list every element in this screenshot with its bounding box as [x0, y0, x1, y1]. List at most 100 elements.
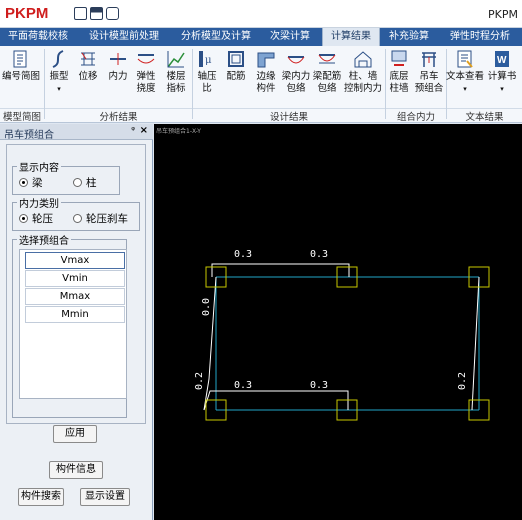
precombo-legend: 选择预组合	[19, 236, 69, 247]
member-search-button[interactable]: 构件搜索	[18, 488, 64, 506]
apply-button[interactable]: 应用	[53, 425, 97, 443]
tab-design-preprocess[interactable]: 设计模型前处理	[84, 28, 164, 46]
internal-force-label: 内力	[108, 71, 128, 82]
beam-rebar-envelope-button[interactable]: 梁配筋 包络	[312, 49, 342, 105]
svg-text:W: W	[497, 55, 507, 66]
mode-shape-button[interactable]: 振型 ▾	[46, 49, 72, 105]
bottom-column-wall-button[interactable]: 底层 柱墙	[386, 49, 412, 105]
axial-ratio-button[interactable]: μ 轴压比	[193, 49, 221, 105]
crane-precombo-button[interactable]: 吊车 预组合	[414, 49, 444, 105]
panel-content: 显示内容 梁 柱 内力类别 轮压 轮压刹车 选择预组合 Vmax Vmin Mm…	[6, 144, 146, 443]
tab-results[interactable]: 计算结果	[322, 28, 380, 46]
member-info-button[interactable]: 构件信息	[49, 461, 103, 479]
window-title: PKPM	[488, 8, 518, 21]
elastic-deflection-button[interactable]: 弹性 挠度	[132, 49, 160, 105]
crane-precombo-panel: 吊车预组合 ᵠ × 显示内容 梁 柱 内力类别 轮压 轮压刹车 选择预组合 Vm…	[0, 124, 153, 520]
list-item[interactable]: Mmax	[25, 288, 125, 305]
list-item[interactable]: Vmax	[25, 252, 125, 269]
beam-force-envelope-button[interactable]: 梁内力 包络	[281, 49, 311, 105]
reinforcement-icon	[228, 51, 244, 67]
axial-ratio-label: 轴压比	[197, 71, 217, 94]
story-chart-icon	[167, 51, 185, 68]
value-label: 0.2	[457, 372, 468, 390]
beam-rebar-envelope-label: 梁配筋 包络	[312, 71, 342, 94]
radio-empty-icon	[73, 214, 82, 223]
radio-selected-icon	[19, 214, 28, 223]
value-label: 0.3	[234, 380, 252, 391]
group-text-results: 文本结果	[447, 108, 522, 123]
text-view-icon	[457, 50, 473, 68]
radio-beam-label: 梁	[32, 177, 43, 189]
close-icon[interactable]: ×	[140, 125, 148, 136]
value-label: 0.3	[310, 249, 328, 260]
print-icon[interactable]	[106, 7, 119, 20]
column-force-diagram-left	[203, 276, 217, 411]
list-item[interactable]: Vmin	[25, 270, 125, 287]
group-model-diagram: 模型简图	[0, 108, 44, 123]
radio-empty-icon	[73, 178, 82, 187]
text-view-button[interactable]: 文本查看 ▾	[446, 49, 484, 105]
crane-precombo-label: 吊车 预组合	[414, 71, 444, 94]
tab-secondary-beam[interactable]: 次梁计算	[264, 28, 316, 46]
story-indicators-button[interactable]: 楼层 指标	[162, 49, 190, 105]
crane-icon	[422, 52, 436, 67]
radio-wheel-brake[interactable]: 轮压刹车	[73, 211, 128, 226]
deflection-label: 弹性 挠度	[136, 71, 156, 94]
axial-ratio-icon: μ	[199, 51, 212, 67]
radio-wheel-pressure-label: 轮压	[32, 213, 53, 225]
value-label: 0.2	[194, 372, 205, 390]
svg-text:μ: μ	[205, 55, 212, 66]
precombo-listbox[interactable]: Vmax Vmin Mmax Mmin	[19, 249, 127, 399]
value-label: 0.3	[234, 249, 252, 260]
panel-title-bar: 吊车预组合 ᵠ ×	[0, 124, 153, 141]
text-view-label: 文本查看	[446, 71, 485, 82]
edge-member-icon	[257, 52, 275, 68]
beam-envelope-icon	[287, 56, 305, 64]
displacement-button[interactable]: 位移	[74, 49, 102, 105]
reinforcement-button[interactable]: 配筋	[222, 49, 250, 105]
numbering-icon	[13, 50, 27, 68]
force-type-legend: 内力类别	[19, 199, 59, 210]
new-file-icon[interactable]	[74, 7, 87, 20]
edge-member-label: 边缘 构件	[256, 71, 276, 94]
numbering-diagram-button[interactable]: 编号简图	[2, 49, 40, 105]
display-content-legend: 显示内容	[19, 163, 59, 174]
list-item[interactable]: Mmin	[25, 306, 125, 323]
radio-column[interactable]: 柱	[73, 175, 97, 190]
calc-book-button[interactable]: W 计算书 ▾	[486, 49, 518, 105]
radio-column-label: 柱	[86, 177, 97, 189]
story-indicators-label: 楼层 指标	[166, 71, 186, 94]
rebar-envelope-icon	[318, 54, 336, 64]
radio-beam[interactable]: 梁	[19, 175, 43, 190]
beam-force-diagram-top	[211, 263, 350, 277]
internal-force-button[interactable]: 内力	[104, 49, 132, 105]
save-icon[interactable]	[90, 7, 103, 20]
tab-elastic-time-history[interactable]: 弹性时程分析	[442, 28, 518, 46]
radio-wheel-pressure[interactable]: 轮压	[19, 211, 53, 226]
group-analysis-results: 分析结果	[45, 108, 192, 123]
display-settings-button[interactable]: 显示设置	[80, 488, 130, 506]
value-label: 0.3	[310, 380, 328, 391]
column-force-diagram-right	[471, 276, 480, 411]
edge-member-button[interactable]: 边缘 构件	[252, 49, 280, 105]
internal-force-icon	[110, 53, 126, 65]
drawing-canvas[interactable]: 吊车预组合1-X-Y 0.3 0.3 0.3 0.3 0.0 0.2 0.2	[154, 124, 522, 520]
deflection-icon	[137, 54, 155, 64]
column-wall-force-label: 柱、墙 控制内力	[343, 71, 382, 94]
value-label: 0.0	[201, 298, 212, 316]
column-wall-force-button[interactable]: 柱、墙 控制内力	[343, 49, 383, 105]
mode-shape-label: 振型	[49, 71, 69, 82]
tab-floor-load[interactable]: 平面荷载校核	[4, 28, 72, 46]
structure-drawing: 0.3 0.3 0.3 0.3 0.0 0.2 0.2	[194, 249, 490, 421]
tab-supplementary-check[interactable]: 补充验算	[384, 28, 434, 46]
pin-icon[interactable]: ᵠ	[131, 126, 135, 136]
app-logo: PKPM	[5, 5, 49, 22]
mode-shape-icon	[52, 50, 64, 68]
bottom-column-icon	[391, 50, 407, 66]
group-combined-forces: 组合内力	[386, 108, 446, 123]
displacement-label: 位移	[78, 71, 98, 82]
calc-book-label: 计算书	[487, 71, 517, 82]
tab-analysis-model[interactable]: 分析模型及计算	[176, 28, 256, 46]
panel-title: 吊车预组合	[4, 130, 54, 141]
title-bar: PKPM PKPM	[0, 0, 522, 28]
